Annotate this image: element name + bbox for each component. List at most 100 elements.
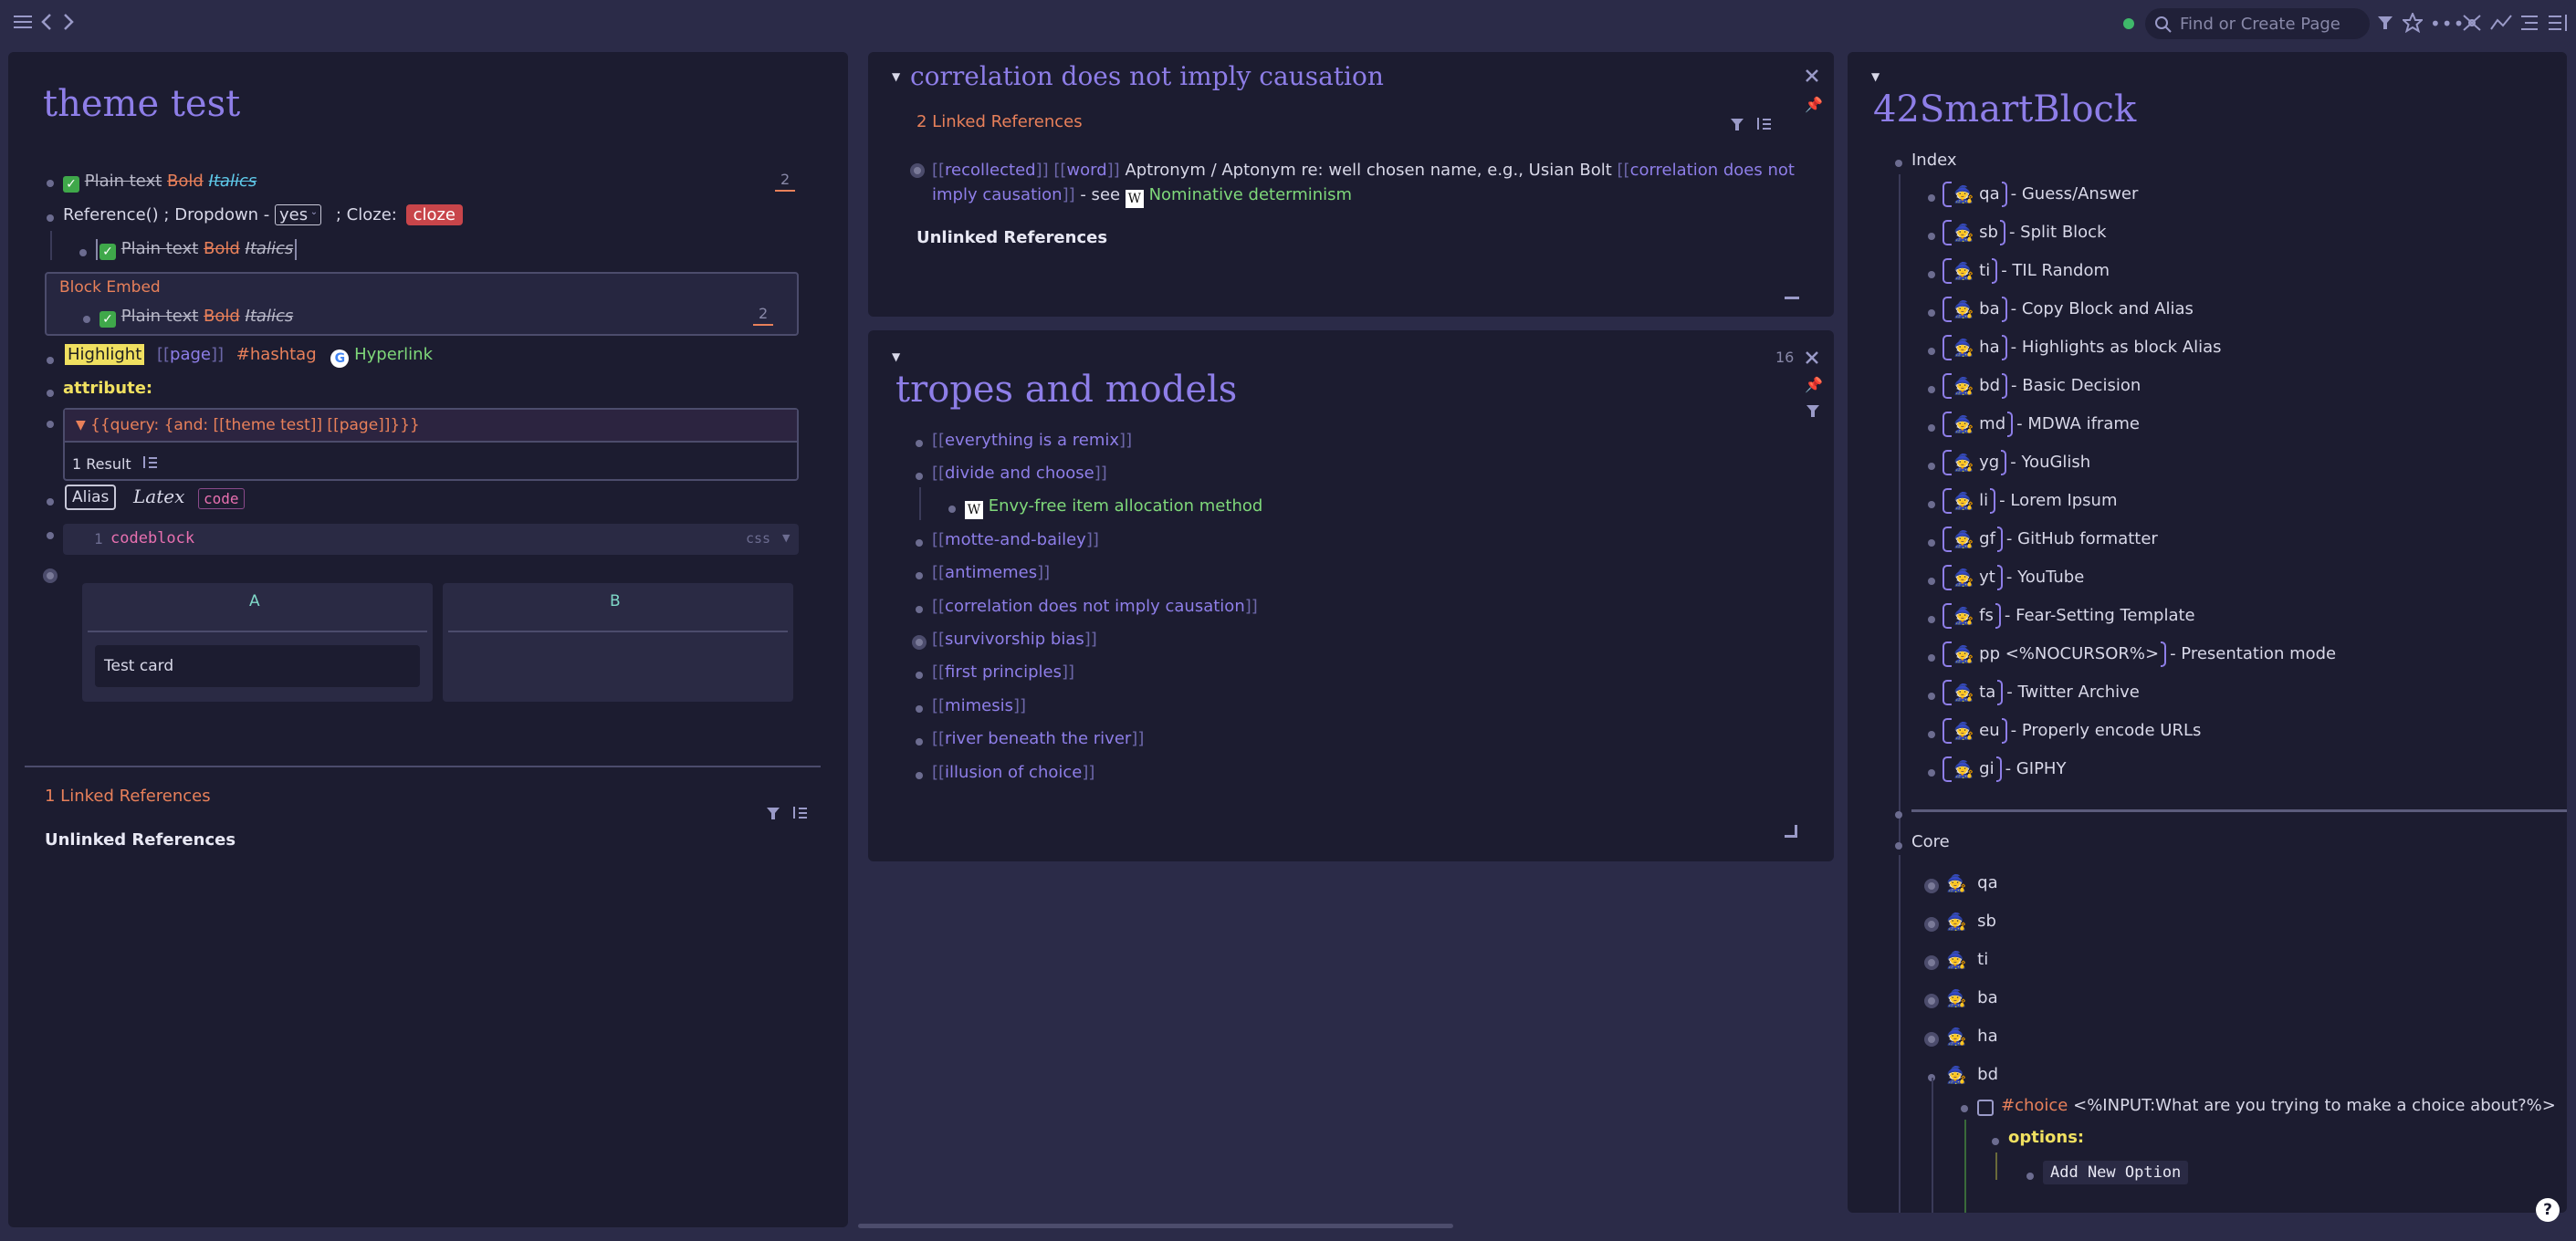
embedded-todo[interactable]: ✓ Plain text Bold Italics — [99, 307, 293, 328]
pin-icon[interactable]: 📌 — [1805, 376, 1823, 393]
add-new-option-button[interactable]: Add New Option — [2043, 1161, 2189, 1184]
core-item[interactable]: 🧙 bd — [1946, 1065, 1998, 1085]
window-title[interactable]: tropes and models — [895, 369, 1237, 411]
checkbox-checked-icon[interactable]: ✓ — [99, 311, 116, 328]
block-bullet[interactable] — [47, 532, 54, 539]
block-bullet[interactable] — [916, 572, 923, 579]
list-item[interactable]: [[antimemes]] — [932, 563, 1050, 582]
smartblock-index-item[interactable]: 🧙 md - MDWA iframe — [1942, 412, 2140, 437]
hyperlink[interactable]: Hyperlink — [354, 345, 433, 364]
collapsed-bullet[interactable] — [1924, 1032, 1939, 1047]
more-icon[interactable]: ••• — [2430, 13, 2465, 35]
collapsed-bullet[interactable] — [1924, 955, 1939, 970]
smartblock-index-item[interactable]: 🧙 ha - Highlights as block Alias — [1942, 335, 2222, 360]
list-item[interactable]: [[river beneath the river]] — [932, 729, 1144, 748]
block-bullet[interactable] — [1928, 271, 1935, 278]
core-item[interactable]: 🧙 sb — [1946, 912, 1996, 932]
window-title[interactable]: correlation does not imply causation — [910, 61, 1384, 91]
block-ref[interactable]: ✓ Plain text Bold Italics — [96, 239, 298, 260]
block-bullet[interactable] — [1928, 769, 1935, 777]
filter-icon[interactable] — [766, 806, 780, 825]
collapsed-bullet[interactable] — [910, 163, 925, 178]
ref-count[interactable]: 2 — [753, 305, 774, 326]
smartblock-index-item[interactable]: 🧙 pp <%NOCURSOR%> - Presentation mode — [1942, 641, 2336, 667]
page-link[interactable]: river beneath the river — [945, 729, 1131, 748]
kanban-column-title[interactable]: B — [610, 592, 621, 610]
block-bullet[interactable] — [1895, 811, 1902, 819]
block-bullet[interactable] — [1928, 463, 1935, 470]
block-bullet[interactable] — [948, 506, 956, 513]
block-bullet[interactable] — [1928, 693, 1935, 700]
smartblock-index-item[interactable]: 🧙 fs - Fear-Setting Template — [1942, 603, 2195, 629]
block-bullet[interactable] — [1928, 616, 1935, 623]
hyperlink[interactable]: Nominative determinism — [1149, 185, 1353, 204]
filter-icon[interactable] — [1730, 117, 1744, 136]
core-item[interactable]: 🧙 qa — [1946, 873, 1998, 893]
smartblock-index-item[interactable]: 🧙 ti - TIL Random — [1942, 258, 2110, 284]
right-sidebar-icon[interactable] — [2547, 13, 2569, 37]
linked-references-header[interactable]: 1 Linked References — [45, 787, 211, 806]
code-language[interactable]: css — [746, 530, 770, 547]
block-bullet[interactable] — [1928, 424, 1935, 432]
page-link[interactable]: first principles — [945, 662, 1062, 682]
block-bullet[interactable] — [1895, 160, 1902, 167]
smartblock-index-item[interactable]: 🧙 ta - Twitter Archive — [1942, 680, 2140, 705]
list-item[interactable]: [[illusion of choice]] — [932, 763, 1094, 782]
block-bullet[interactable] — [83, 316, 90, 323]
block-bullet[interactable] — [1928, 578, 1935, 585]
checkbox-checked-icon[interactable]: ✓ — [99, 244, 116, 260]
reference-block[interactable]: Reference() ; Dropdown - yes ⌄ ; Cloze: … — [63, 204, 464, 225]
minimize-icon[interactable] — [1785, 297, 1799, 299]
core-item[interactable]: 🧙 ha — [1946, 1027, 1998, 1047]
checkbox-checked-icon[interactable]: ✓ — [63, 176, 79, 193]
core-item[interactable]: 🧙 ti — [1946, 950, 1988, 970]
block-bullet[interactable] — [916, 539, 923, 547]
caret-down-icon[interactable]: ▼ — [782, 532, 790, 544]
page-link[interactable]: illusion of choice — [945, 763, 1082, 782]
smartblock-index-item[interactable]: 🧙 sb - Split Block — [1942, 220, 2107, 245]
close-icon[interactable] — [1805, 350, 1819, 370]
search-box[interactable]: Find or Create Page — [2145, 8, 2370, 39]
page-title[interactable]: theme test — [43, 83, 240, 125]
block-bullet[interactable] — [1895, 842, 1902, 850]
block-bullet[interactable] — [47, 498, 54, 506]
options-attribute[interactable]: options: — [2008, 1128, 2084, 1147]
block-bullet[interactable] — [916, 606, 923, 613]
cloze-tag[interactable]: cloze — [405, 204, 464, 225]
page-link[interactable]: survivorship bias — [945, 630, 1084, 649]
smartblock-index-item[interactable]: 🧙 bd - Basic Decision — [1942, 373, 2141, 399]
page-link[interactable]: divide and choose — [945, 464, 1094, 483]
block-bullet[interactable] — [1928, 386, 1935, 393]
caret-down-icon[interactable]: ▼ — [1871, 70, 1880, 83]
page-link[interactable]: imply causation — [932, 185, 1063, 204]
code-block[interactable]: 1 codeblock css ▼ — [63, 524, 799, 555]
kanban-card[interactable]: Test card — [95, 645, 420, 687]
collapsed-bullet[interactable] — [912, 635, 927, 650]
filter-icon[interactable] — [2377, 15, 2393, 36]
block-bullet[interactable] — [1928, 654, 1935, 662]
page-link[interactable]: motte-and-bailey — [945, 530, 1086, 549]
block-bullet[interactable] — [47, 357, 54, 364]
smartblock-index-item[interactable]: 🧙 qa - Guess/Answer — [1942, 182, 2138, 207]
resize-handle-icon[interactable] — [1785, 825, 1797, 838]
block-bullet[interactable] — [1928, 348, 1935, 355]
caret-down-icon[interactable]: ▼ — [76, 418, 86, 433]
list-item[interactable]: [[motte-and-bailey]] — [932, 530, 1099, 549]
page-link[interactable]: word — [1066, 161, 1106, 180]
block-bullet[interactable] — [916, 672, 923, 679]
linked-references-header[interactable]: 2 Linked References — [916, 112, 1083, 131]
page-link[interactable]: page — [170, 345, 211, 364]
unlinked-references-header[interactable]: Unlinked References — [916, 228, 1107, 247]
page-link[interactable]: correlation does not — [1630, 161, 1795, 180]
block-bullet[interactable] — [1961, 1105, 1968, 1112]
horizontal-scrollbar[interactable] — [858, 1224, 1453, 1228]
page-link[interactable]: antimemes — [945, 563, 1037, 582]
collapsed-bullet[interactable] — [1924, 917, 1939, 932]
block-bullet[interactable] — [2026, 1173, 2034, 1180]
pin-icon[interactable]: 📌 — [1805, 96, 1823, 113]
page-link[interactable]: correlation does not imply causation — [945, 597, 1245, 616]
smartblock-index-item[interactable]: 🧙 yt - YouTube — [1942, 565, 2084, 590]
caret-down-icon[interactable]: ▼ — [892, 350, 900, 363]
sort-icon[interactable] — [141, 455, 158, 474]
formatting-block[interactable]: Highlight [[page]] #hashtag G Hyperlink — [65, 344, 433, 368]
